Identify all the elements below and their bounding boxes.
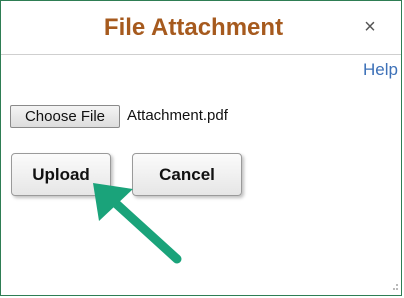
title-divider <box>1 54 401 55</box>
arrow-annotation-icon <box>93 183 182 264</box>
file-attachment-dialog: File Attachment × Help Choose File Attac… <box>0 0 402 296</box>
close-icon[interactable]: × <box>360 17 380 37</box>
help-link[interactable]: Help <box>363 60 398 80</box>
dialog-title: File Attachment <box>103 14 284 41</box>
resize-grip-icon[interactable] <box>389 279 399 293</box>
choose-file-button[interactable]: Choose File <box>10 105 120 128</box>
selected-file-name: Attachment.pdf <box>127 107 228 124</box>
dialog-titlebar: File Attachment × <box>1 1 401 55</box>
